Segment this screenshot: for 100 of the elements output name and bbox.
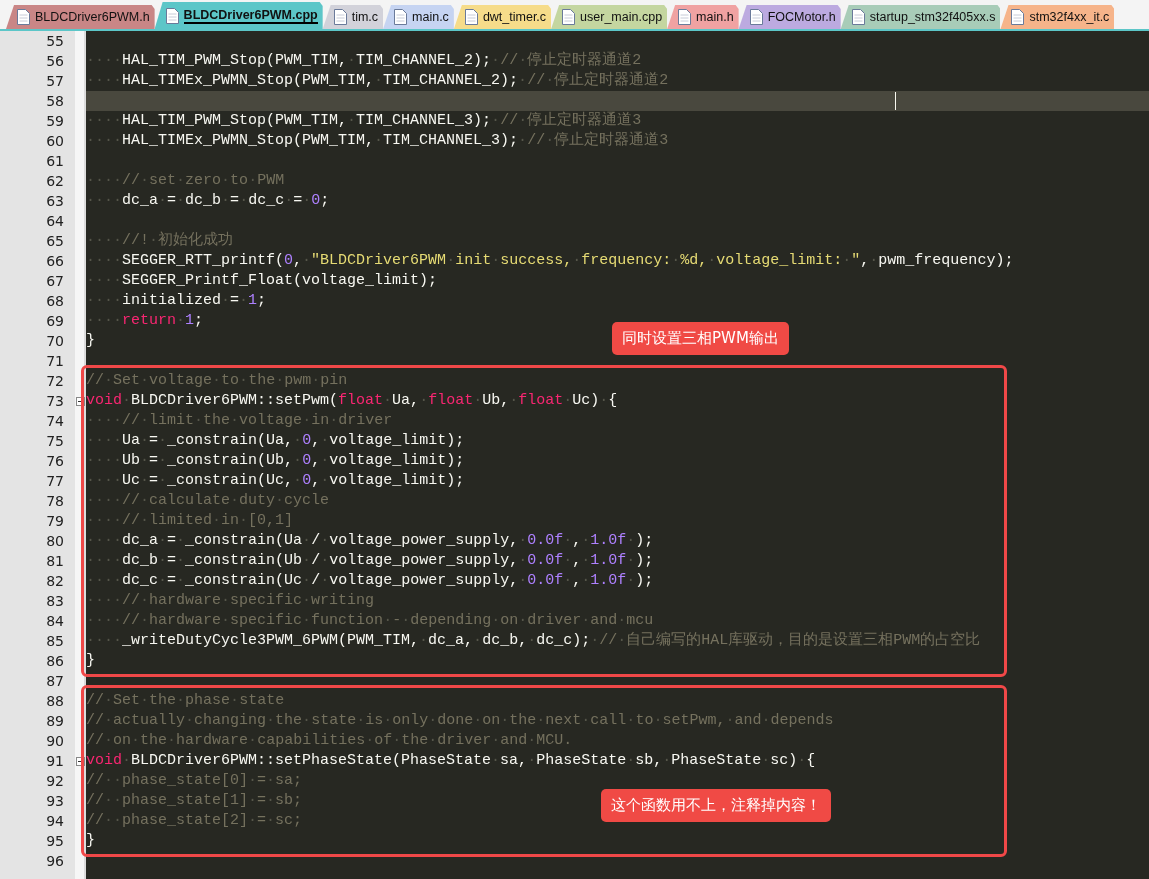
line-number: 93 bbox=[45, 792, 65, 811]
code-line: ····HAL_TIMEx_PWMN_Stop(PWM_TIM,·TIM_CHANNEL_2);·//·停止定时器通道2 bbox=[86, 71, 669, 91]
line-number: 87 bbox=[45, 672, 65, 691]
line-number: 81 bbox=[45, 552, 65, 571]
line-number: 69 bbox=[45, 312, 65, 331]
code-line: ····HAL_TIM_PWM_Stop(PWM_TIM,·TIM_CHANNEL_2);·//·停止定时器通道2 bbox=[86, 51, 642, 71]
line-number: 71 bbox=[45, 352, 65, 371]
line-number: 74 bbox=[45, 412, 65, 431]
document-icon bbox=[17, 9, 30, 25]
code-line: ····//·calculate·duty·cycle bbox=[86, 491, 330, 511]
code-line: ····HAL_TIMEx_PWMN_Stop(PWM_TIM,·TIM_CHANNEL_3);·//·停止定时器通道3 bbox=[86, 131, 669, 151]
line-number: 58 bbox=[45, 92, 65, 111]
line-number: 94 bbox=[45, 812, 65, 831]
code-line: ····//!·初始化成功 bbox=[86, 231, 234, 251]
line-number: 89 bbox=[45, 712, 65, 731]
line-number: 88 bbox=[45, 692, 65, 711]
line-number: 86 bbox=[45, 652, 65, 671]
file-tab[interactable]: stm32f4xx_it.c bbox=[1000, 5, 1115, 29]
line-number: 68 bbox=[45, 292, 65, 311]
text-cursor bbox=[895, 92, 896, 110]
line-number: 65 bbox=[45, 232, 65, 251]
code-line: ····dc_a·=·dc_b·=·dc_c·=·0; bbox=[86, 191, 330, 211]
file-tab[interactable]: tim.c bbox=[322, 5, 384, 29]
code-line: //··phase_state[0]·=·sa; bbox=[86, 771, 303, 791]
document-icon bbox=[394, 9, 408, 25]
code-line: ····dc_c·=·_constrain(Uc·/·voltage_power_supply,·0.0f·,·1.0f·); bbox=[86, 571, 654, 591]
code-line: //·Set·voltage·to·the·pwm·pin bbox=[86, 371, 348, 391]
code-line: ····//·limited·in·[0,1] bbox=[86, 511, 294, 531]
line-number: 63 bbox=[45, 192, 65, 211]
document-icon bbox=[333, 9, 347, 25]
line-number: 61 bbox=[45, 152, 65, 171]
line-number: 79 bbox=[45, 512, 65, 531]
code-line: //·Set·the·phase·state bbox=[86, 691, 285, 711]
code-line: } bbox=[86, 651, 95, 671]
code-line: ····//·hardware·specific·function·-·depending·on·driver·and·mcu bbox=[86, 611, 654, 631]
line-number: 85 bbox=[45, 632, 65, 651]
code-line: ····SEGGER_RTT_printf(0,·"BLDCDriver6PWM·init·success,·frequency:·%d,·voltage_limit:·",·pwm_frequency); bbox=[86, 251, 1014, 271]
document-icon bbox=[678, 9, 692, 25]
file-tab[interactable]: dwt_timer.c bbox=[453, 5, 552, 29]
file-tab[interactable]: main.h bbox=[667, 5, 739, 29]
annotation-label: 同时设置三相PWM输出 bbox=[612, 322, 789, 355]
code-line: ····Ua·=·_constrain(Ua,·0,·voltage_limit); bbox=[86, 431, 465, 451]
line-number: 90 bbox=[45, 732, 65, 751]
code-line: void·BLDCDriver6PWM::setPhaseState(PhaseState·sa,·PhaseState·sb,·PhaseState·sc)·{ bbox=[86, 751, 816, 771]
fold-icon[interactable] bbox=[76, 396, 85, 406]
file-tab[interactable]: FOCMotor.h bbox=[738, 5, 841, 29]
code-line: //·on·the·hardware·capabilities·of·the·driver·and·MCU. bbox=[86, 731, 573, 751]
code-line: ····return·1; bbox=[86, 311, 204, 331]
code-line: ····//·hardware·specific·writing bbox=[86, 591, 375, 611]
fold-icon[interactable] bbox=[76, 756, 85, 766]
file-tab[interactable]: user_main.cpp bbox=[551, 5, 668, 29]
code-line: ····_writeDutyCycle3PWM_6PWM(PWM_TIM,·dc_a,·dc_b,·dc_c);·//·自己编写的HAL库驱动，目的是设置三相PWM的占空比 bbox=[86, 631, 981, 651]
code-line: //·actually·changing·the·state·is·only·done·on·the·next·call·to·setPwm,·and·depends bbox=[86, 711, 834, 731]
line-number: 57 bbox=[45, 72, 65, 91]
document-icon bbox=[464, 9, 478, 25]
line-number: 59 bbox=[45, 112, 65, 131]
code-line: ····SEGGER_Printf_Float(voltage_limit); bbox=[86, 271, 438, 291]
code-line: ····initialized·=·1; bbox=[86, 291, 267, 311]
code-line: } bbox=[86, 331, 95, 351]
line-number: 95 bbox=[45, 832, 65, 851]
line-number: 84 bbox=[45, 612, 65, 631]
code-line: ····//·set·zero·to·PWM bbox=[86, 171, 285, 191]
code-line: void·BLDCDriver6PWM::setPwm(float·Ua,·float·Ub,·float·Uc)·{ bbox=[86, 391, 618, 411]
line-number: 78 bbox=[45, 492, 65, 511]
file-tab[interactable]: BLDCDriver6PWM.h bbox=[6, 5, 155, 29]
line-number: 76 bbox=[45, 452, 65, 471]
line-number: 67 bbox=[45, 272, 65, 291]
annotation-label: 这个函数用不上，注释掉内容！ bbox=[601, 789, 831, 822]
line-number: 83 bbox=[45, 592, 65, 611]
line-number: 77 bbox=[45, 472, 65, 491]
code-line: ····//·limit·the·voltage·in·driver bbox=[86, 411, 393, 431]
code-line: //··phase_state[2]·=·sc; bbox=[86, 811, 303, 831]
code-line: ····dc_b·=·_constrain(Ub·/·voltage_power_supply,·0.0f·,·1.0f·); bbox=[86, 551, 654, 571]
line-number: 91 bbox=[45, 752, 65, 771]
file-tab[interactable]: main.c bbox=[383, 5, 454, 29]
file-tab[interactable]: startup_stm32f405xx.s bbox=[840, 5, 1001, 29]
line-number: 92 bbox=[45, 772, 65, 791]
line-number: 55 bbox=[45, 32, 65, 51]
line-number: 73 bbox=[45, 392, 65, 411]
line-number: 82 bbox=[45, 572, 65, 591]
line-number: 66 bbox=[45, 252, 65, 271]
document-icon bbox=[1011, 9, 1025, 25]
line-number: 56 bbox=[45, 52, 65, 71]
line-number: 72 bbox=[45, 372, 65, 391]
line-number: 62 bbox=[45, 172, 65, 191]
line-number: 75 bbox=[45, 432, 65, 451]
code-line: ····dc_a·=·_constrain(Ua·/·voltage_power_supply,·0.0f·,·1.0f·); bbox=[86, 531, 654, 551]
line-number: 60 bbox=[45, 132, 65, 151]
line-number: 96 bbox=[45, 852, 65, 871]
line-number: 64 bbox=[45, 212, 65, 231]
code-line: ····HAL_TIM_PWM_Stop(PWM_TIM,·TIM_CHANNEL_3);·//·停止定时器通道3 bbox=[86, 111, 642, 131]
line-number: 70 bbox=[45, 332, 65, 351]
document-icon bbox=[749, 9, 763, 25]
line-number: 80 bbox=[45, 532, 65, 551]
code-line: //··phase_state[1]·=·sb; bbox=[86, 791, 303, 811]
document-icon bbox=[562, 9, 576, 25]
code-line: } bbox=[86, 831, 95, 851]
code-line: ····Uc·=·_constrain(Uc,·0,·voltage_limit); bbox=[86, 471, 465, 491]
code-line: ····Ub·=·_constrain(Ub,·0,·voltage_limit); bbox=[86, 451, 465, 471]
file-tab[interactable]: BLDCDriver6PWM.cpp bbox=[154, 2, 323, 29]
